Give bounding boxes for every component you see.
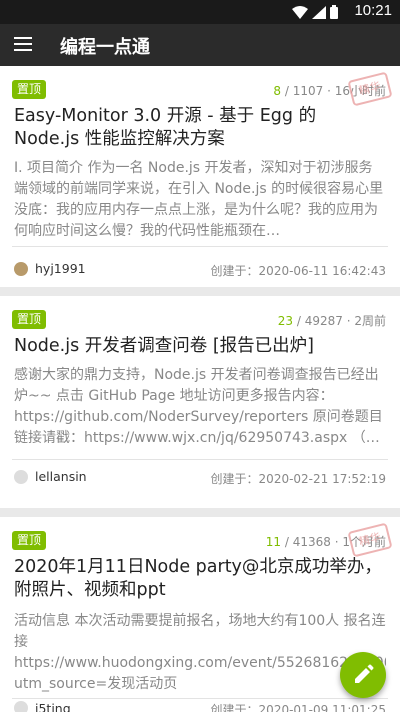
featured-stamp: 精华: [347, 71, 393, 107]
status-bar: 10:21: [0, 0, 400, 24]
topic-card[interactable]: 置顶 8 / 1107 · 16小时前 精华 Easy-Monitor 3.0 …: [0, 66, 400, 287]
topic-title[interactable]: Easy-Monitor 3.0 开源 - 基于 Egg 的 Node.js 性…: [14, 105, 386, 151]
topic-header: 置顶 11 / 41368 · 1个月前: [12, 531, 388, 551]
app-bar: 编程一点通: [0, 24, 400, 66]
author-name[interactable]: lellansin: [35, 469, 87, 484]
reply-count: 23: [277, 314, 294, 328]
topic-title[interactable]: 2020年1月11日Node party@北京成功举办，附照片、视频和ppt: [14, 556, 386, 602]
created-time: 创建于：2020-02-21 17:52:19: [210, 472, 386, 486]
view-count: / 41368 ·: [281, 535, 343, 549]
view-count: / 49287 ·: [293, 314, 355, 328]
avatar[interactable]: [14, 701, 28, 712]
status-icons: [292, 5, 338, 19]
divider: [12, 698, 388, 699]
pinned-badge: 置顶: [12, 80, 47, 99]
author-name[interactable]: hyj1991: [35, 261, 86, 276]
avatar[interactable]: [14, 470, 28, 484]
reply-count: 11: [265, 535, 282, 549]
featured-stamp: 精华: [347, 522, 393, 558]
reply-count: 8: [273, 84, 282, 98]
topic-header: 置顶 23 / 49287 · 2周前: [12, 310, 388, 330]
wifi-icon: [292, 5, 308, 19]
topic-title[interactable]: Node.js 开发者调查问卷 [报告已出炉]: [14, 335, 386, 358]
signal-icon: [312, 5, 326, 19]
topic-summary: I. 项目简介 作为一名 Node.js 开发者，深知对于初涉服务端领域的前端同…: [14, 160, 384, 239]
clock: 10:21: [354, 2, 392, 19]
time-ago: 2周前: [354, 314, 386, 328]
divider: [12, 459, 388, 460]
battery-icon: [330, 5, 338, 19]
new-topic-button[interactable]: [340, 652, 386, 698]
avatar[interactable]: [14, 262, 28, 276]
topic-summary: 活动信息 本次活动需要提前报名，场地大约有100人 报名连接 https://w…: [14, 613, 386, 692]
app-title: 编程一点通: [60, 37, 150, 58]
topic-header: 置顶 8 / 1107 · 16小时前: [12, 80, 388, 100]
author-name[interactable]: i5ting: [35, 701, 71, 712]
divider: [12, 246, 388, 247]
pinned-badge: 置顶: [12, 531, 47, 550]
topic-summary: 感谢大家的鼎力支持，Node.js 开发者问卷调查报告已经出炉~~ 点击 Git…: [14, 367, 383, 446]
created-time: 创建于：2020-06-11 16:42:43: [210, 264, 386, 278]
pinned-badge: 置顶: [12, 310, 47, 329]
menu-icon[interactable]: [14, 37, 32, 53]
created-time: 创建于：2020-01-09 11:01:25: [210, 703, 386, 712]
view-count: / 1107 ·: [281, 84, 335, 98]
pencil-icon: [355, 664, 374, 683]
topic-card[interactable]: 置顶 23 / 49287 · 2周前 Node.js 开发者调查问卷 [报告已…: [0, 296, 400, 508]
topic-stats: 23 / 49287 · 2周前: [278, 312, 386, 329]
